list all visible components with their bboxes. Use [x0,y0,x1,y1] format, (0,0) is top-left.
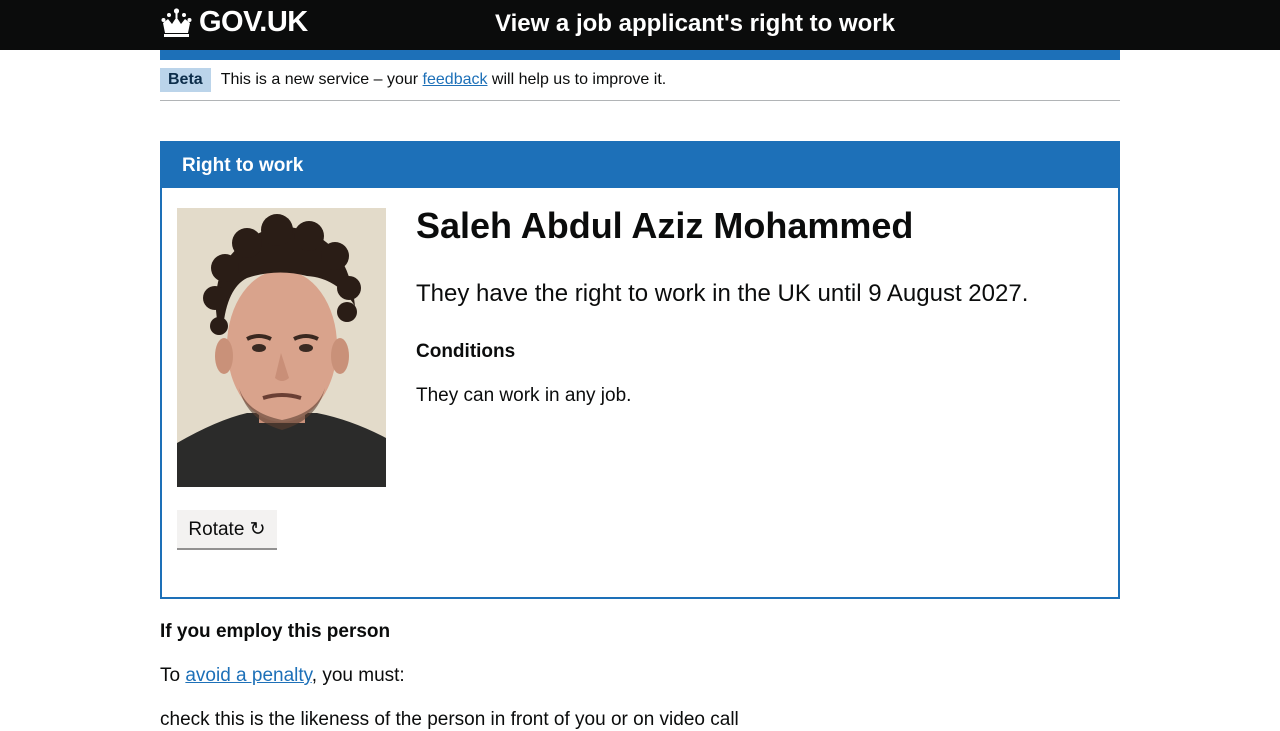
beta-tag: Beta [160,68,211,92]
phase-text-after: will help us to improve it. [487,71,667,88]
logo-text: GOV.UK [199,6,308,38]
employ-intro-after: , you must: [311,665,405,686]
phase-text-before: This is a new service – your [220,71,423,88]
employer-guidance: If you employ this person To avoid a pen… [160,621,1120,731]
applicant-photo [177,208,386,487]
applicant-name: Saleh Abdul Aziz Mohammed [416,205,914,246]
crown-icon [161,7,192,37]
right-to-work-status: They have the right to work in the UK un… [416,280,1029,307]
phase-banner: Beta This is a new service – your feedba… [160,60,1120,101]
conditions-text: They can work in any job. [416,385,632,406]
feedback-link[interactable]: feedback [423,71,488,88]
employ-intro: To avoid a penalty, you must: [160,665,1120,687]
employ-heading: If you employ this person [160,621,391,642]
conditions-heading: Conditions [416,341,516,362]
right-to-work-panel: Right to work Rotate ↻ Saleh Abdul Aziz … [160,141,1120,599]
panel-heading: Right to work [162,143,1118,188]
site-header: GOV.UK View a job applicant's right to w… [0,0,1280,50]
service-name[interactable]: View a job applicant's right to work [495,10,895,38]
avoid-penalty-link[interactable]: avoid a penalty [185,665,311,686]
employ-list-item: check this is the likeness of the person… [160,709,739,730]
govuk-logo-link[interactable]: GOV.UK [160,6,308,39]
header-accent-bar [160,50,1120,60]
header-container: GOV.UK View a job applicant's right to w… [160,0,1120,50]
applicant-details: Saleh Abdul Aziz Mohammed They have the … [416,203,1106,407]
employ-intro-before: To [160,665,186,686]
rotate-button[interactable]: Rotate ↻ [177,510,277,550]
phase-text: This is a new service – your feedback wi… [221,71,667,89]
